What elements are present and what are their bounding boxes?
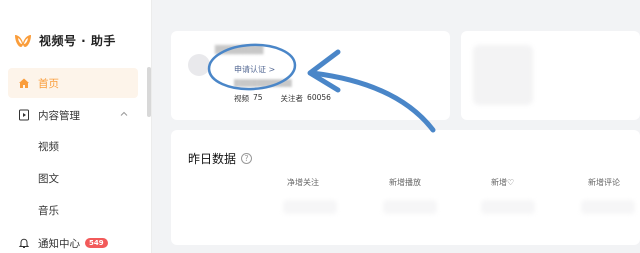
sidebar-item-label: 音乐: [38, 204, 59, 217]
sidebar-scrollbar[interactable]: [147, 67, 151, 117]
sidebar-item-image-text[interactable]: 图文: [8, 163, 138, 193]
butterfly-logo-icon: [15, 34, 31, 47]
video-count: 75: [253, 93, 263, 102]
account-id-redacted: ▇▇▇▇▇▇▇▇▇▇: [234, 78, 292, 87]
sidebar-item-label: 内容管理: [38, 109, 80, 122]
section-title: 昨日数据 ?: [188, 150, 253, 167]
yesterday-data-card: 昨日数据 ? 净增关注 新增播放 新增♡ 新增评论: [171, 130, 640, 245]
avatar[interactable]: [188, 54, 210, 76]
metric-net-follows: 净增关注: [287, 178, 319, 187]
notification-badge: 549: [85, 238, 108, 248]
app-logo[interactable]: 视频号 · 助手: [14, 32, 116, 49]
metric-new-comments: 新增评论: [588, 178, 620, 187]
metric-value-redacted: [283, 200, 337, 214]
followers-count: 60056: [307, 93, 331, 102]
sidebar-item-home[interactable]: 首页: [8, 68, 138, 98]
sidebar: 视频号 · 助手 首页 内容管理 视频 图文 音乐 通知中心 549: [0, 0, 152, 253]
sidebar-item-content-management[interactable]: 内容管理: [8, 100, 138, 130]
apply-verification-link[interactable]: 申请认证 >: [234, 64, 275, 75]
content-icon: [18, 109, 30, 121]
metric-value-redacted: [481, 200, 535, 214]
home-icon: [18, 77, 30, 89]
account-stats: 视频 75 关注者 60056: [234, 93, 331, 104]
redacted-content: [473, 45, 533, 105]
chevron-up-icon[interactable]: [120, 110, 128, 118]
metric-new-likes: 新增♡: [491, 178, 515, 187]
sidebar-item-notifications[interactable]: 通知中心 549: [8, 228, 138, 253]
bell-icon: [18, 237, 30, 249]
account-card: ▇▇▇▇▇▇▇ 申请认证 > ▇▇▇▇▇▇▇▇▇▇ 视频 75 关注者 6005…: [171, 31, 450, 120]
sidebar-item-label: 图文: [38, 172, 59, 185]
account-name-redacted: ▇▇▇▇▇▇▇: [215, 45, 264, 55]
yesterday-title: 昨日数据: [188, 152, 237, 166]
sidebar-item-music[interactable]: 音乐: [8, 195, 138, 225]
info-card: [461, 31, 640, 120]
metric-value-redacted: [383, 200, 437, 214]
app-title: 视频号 · 助手: [39, 34, 116, 48]
sidebar-item-label: 首页: [38, 77, 59, 90]
sidebar-item-video[interactable]: 视频: [8, 131, 138, 161]
video-count-label: 视频: [234, 94, 249, 103]
followers-label: 关注者: [280, 94, 304, 103]
metric-value-redacted: [581, 200, 635, 214]
question-circle-icon[interactable]: ?: [241, 153, 253, 164]
metric-new-plays: 新增播放: [389, 178, 421, 187]
sidebar-item-label: 视频: [38, 140, 59, 153]
sidebar-item-label: 通知中心: [38, 237, 80, 250]
